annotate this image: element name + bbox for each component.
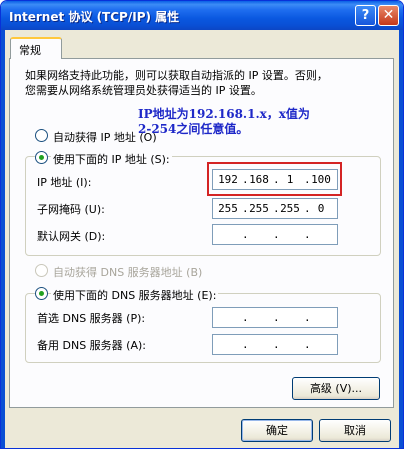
auto-ip-label[interactable]: 自动获得 IP 地址 (O)	[53, 129, 157, 145]
annotation-line-1: IP地址为192.168.1.x，x值为	[138, 107, 310, 121]
subnet-mask-field[interactable]: 255 . 255 . 255 . 0	[212, 198, 338, 219]
manual-ip-radio[interactable]	[35, 151, 48, 164]
preferred-dns-label: 首选 DNS 服务器 (P):	[37, 312, 146, 325]
preferred-dns-dot: .	[242, 311, 249, 324]
annotation-text: IP地址为192.168.1.x，x值为 2-254之间任意值。	[138, 107, 310, 137]
ip-address-label: IP 地址 (I):	[37, 176, 92, 189]
tab-general-label: 常规	[19, 44, 41, 57]
gateway-field[interactable]: . . .	[212, 224, 338, 245]
ip-highlight-box	[207, 162, 342, 196]
alternate-dns-dot: .	[304, 338, 311, 351]
alternate-dns-field[interactable]: . . .	[212, 334, 338, 355]
gateway-label: 默认网关 (D):	[37, 230, 106, 243]
window-frame-right	[399, 30, 403, 448]
mask-octet-4: 0	[317, 202, 325, 215]
auto-ip-radio[interactable]	[35, 129, 48, 142]
description-line-1: 如果网络支持此功能，则可以获取自动指派的 IP 设置。否则，	[25, 69, 328, 82]
description-text: 如果网络支持此功能，则可以获取自动指派的 IP 设置。否则， 您需要从网络系统管…	[25, 68, 328, 98]
manual-dns-radio[interactable]	[35, 287, 48, 300]
help-button[interactable]: ?	[355, 5, 376, 26]
general-panel: 如果网络支持此功能，则可以获取自动指派的 IP 设置。否则， 您需要从网络系统管…	[9, 58, 394, 408]
dialog-window: Internet 协议 (TCP/IP) 属性 ? ✕ 常规 如果网络支持此功能…	[0, 0, 404, 449]
auto-dns-label: 自动获得 DNS 服务器地址 (B)	[53, 266, 203, 279]
alternate-dns-dot: .	[273, 338, 280, 351]
window-title: Internet 协议 (TCP/IP) 属性	[9, 10, 180, 24]
preferred-dns-field[interactable]: . . .	[212, 307, 338, 328]
ok-button[interactable]: 确定	[241, 419, 313, 442]
advanced-button[interactable]: 高级 (V)...	[292, 377, 380, 400]
mask-octet-2: 255	[249, 202, 269, 215]
title-bar[interactable]: Internet 协议 (TCP/IP) 属性 ? ✕	[1, 1, 403, 30]
gateway-dot: .	[273, 228, 280, 241]
manual-dns-label[interactable]: 使用下面的 DNS 服务器地址 (E):	[51, 287, 219, 303]
mask-octet-3: 255	[280, 202, 300, 215]
gateway-dot: .	[242, 228, 249, 241]
manual-ip-label[interactable]: 使用下面的 IP 地址 (S):	[51, 151, 172, 167]
preferred-dns-dot: .	[273, 311, 280, 324]
alternate-dns-label: 备用 DNS 服务器 (A):	[37, 339, 146, 352]
gateway-dot: .	[304, 228, 311, 241]
auto-dns-radio	[35, 264, 48, 277]
description-line-2: 您需要从网络系统管理员处获得适当的 IP 设置。	[25, 84, 262, 97]
close-button[interactable]: ✕	[378, 5, 399, 26]
cancel-button[interactable]: 取消	[319, 419, 391, 442]
annotation-line-2: 2-254之间任意值。	[138, 122, 249, 136]
window-frame-left	[1, 30, 5, 448]
alternate-dns-dot: .	[242, 338, 249, 351]
preferred-dns-dot: .	[304, 311, 311, 324]
tab-general[interactable]: 常规	[10, 37, 62, 59]
mask-octet-1: 255	[218, 202, 238, 215]
subnet-mask-label: 子网掩码 (U):	[37, 203, 105, 216]
